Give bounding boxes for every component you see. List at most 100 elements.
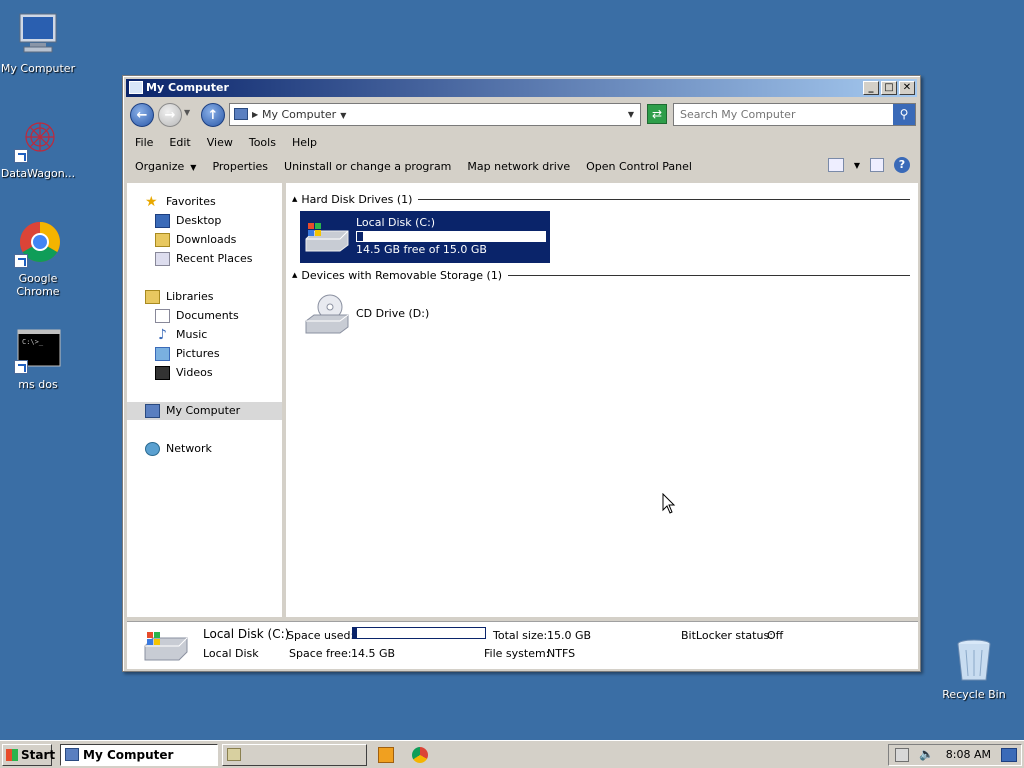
up-arrow-icon: ↑ (207, 108, 219, 123)
system-tray: 🔈 8:08 AM (888, 744, 1022, 766)
taskbar-item-my-computer[interactable]: My Computer (60, 744, 218, 766)
forward-arrow-icon: → (164, 108, 176, 123)
nav-recent-places[interactable]: Recent Places (155, 250, 253, 268)
nav-label: Music (176, 328, 208, 341)
minimize-button[interactable]: _ (863, 81, 879, 95)
total-size-value: 15.0 GB (547, 629, 592, 642)
recent-places-icon (155, 252, 170, 266)
shortcut-arrow-icon (14, 360, 28, 374)
refresh-button[interactable]: ⇄ (647, 104, 667, 124)
media-player-icon[interactable] (378, 747, 394, 763)
taskbar-item-label: My Computer (83, 748, 174, 762)
nav-favorites[interactable]: ★ Favorites (145, 193, 216, 211)
navigation-pane: ★ Favorites Desktop Downloads Recent Pla… (127, 183, 285, 617)
desktop-icon-label: My Computer (0, 62, 76, 75)
map-network-drive-button[interactable]: Map network drive (459, 157, 578, 177)
star-icon: ★ (145, 194, 158, 210)
music-icon: ♪ (158, 327, 167, 343)
details-drive-type: Local Disk (203, 647, 259, 660)
properties-button[interactable]: Properties (204, 157, 276, 177)
msdos-icon: C:\>_ (14, 326, 62, 374)
nav-music[interactable]: ♪ Music (155, 326, 207, 344)
organize-button[interactable]: Organize ▼ (127, 157, 204, 178)
desktop-icon-chrome[interactable]: Google Chrome (0, 220, 76, 298)
organize-label: Organize (135, 159, 185, 173)
nav-pictures[interactable]: Pictures (155, 345, 220, 363)
drive-name: CD Drive (D:) (356, 307, 430, 320)
clock[interactable]: 8:08 AM (946, 748, 991, 761)
command-bar: Organize ▼ Properties Uninstall or change… (127, 156, 916, 178)
nav-libraries[interactable]: Libraries (145, 288, 214, 306)
address-dropdown-icon[interactable]: ▼ (628, 104, 634, 125)
view-dropdown-icon[interactable]: ▼ (854, 161, 860, 170)
desktop-icon-label: ms dos (18, 378, 58, 391)
search-box: ⚲ (673, 103, 916, 126)
nav-my-computer[interactable]: My Computer (127, 402, 282, 420)
space-free-label: Space free: (289, 647, 352, 660)
desktop-icon-recycle-bin[interactable]: Recycle Bin (936, 636, 1012, 701)
back-button[interactable]: ← (130, 103, 154, 127)
nav-videos[interactable]: Videos (155, 364, 213, 382)
shortcut-arrow-icon (14, 254, 28, 268)
close-button[interactable]: ✕ (899, 81, 915, 95)
desktop-icon-label: Google Chrome (16, 272, 60, 298)
navigation-bar: ← → ▼ ↑ ▶ My Computer ▼ ▼ ⇄ ⚲ (127, 101, 916, 129)
menu-view[interactable]: View (199, 133, 241, 153)
breadcrumb-my-computer[interactable]: My Computer (262, 108, 336, 121)
chrome-icon[interactable] (412, 747, 428, 763)
network-icon (145, 442, 160, 456)
desktop-icon-label: DataWagon... (0, 167, 76, 180)
menu-help[interactable]: Help (284, 133, 325, 153)
nav-label: Recent Places (176, 252, 253, 265)
open-control-panel-button[interactable]: Open Control Panel (578, 157, 700, 177)
program-icon (227, 748, 241, 761)
maximize-button[interactable]: □ (881, 81, 897, 95)
title-bar[interactable]: My Computer _ □ ✕ (126, 79, 917, 97)
menu-tools[interactable]: Tools (241, 133, 284, 153)
nav-label: Libraries (166, 290, 214, 303)
breadcrumb-dropdown-icon[interactable]: ▼ (340, 111, 346, 120)
nav-documents[interactable]: Documents (155, 307, 239, 325)
downloads-folder-icon (155, 233, 170, 247)
group-header-hard-disk-drives[interactable]: ▲ Hard Disk Drives (1) (292, 192, 910, 206)
nav-label: Network (166, 442, 212, 455)
address-bar[interactable]: ▶ My Computer ▼ ▼ (229, 103, 641, 126)
menu-edit[interactable]: Edit (161, 133, 198, 153)
space-used-label: Space used: (287, 629, 355, 642)
space-used-bar (352, 627, 486, 639)
preview-pane-icon[interactable] (870, 158, 884, 172)
nav-network[interactable]: Network (145, 440, 212, 458)
drive-free-space: 14.5 GB free of 15.0 GB (356, 243, 487, 256)
up-button[interactable]: ↑ (201, 103, 225, 127)
desktop-icon-msdos[interactable]: C:\>_ ms dos (0, 326, 76, 391)
taskbar-item-program[interactable] (222, 744, 367, 766)
desktop-icon-datawagon[interactable]: DataWagon... (0, 115, 76, 180)
history-dropdown-icon[interactable]: ▼ (184, 108, 190, 117)
change-view-icon[interactable] (827, 158, 844, 172)
collapse-triangle-icon[interactable]: ▲ (292, 195, 297, 203)
drive-name: Local Disk (C:) (356, 216, 436, 229)
computer-icon (145, 404, 160, 418)
volume-icon[interactable]: 🔈 (919, 747, 934, 761)
breadcrumb-separator-icon[interactable]: ▶ (252, 104, 258, 125)
nav-downloads[interactable]: Downloads (155, 231, 236, 249)
drive-cd-d[interactable]: CD Drive (D:) (300, 291, 500, 337)
search-icon[interactable]: ⚲ (893, 104, 915, 125)
network-tray-icon[interactable] (895, 748, 909, 762)
collapse-triangle-icon[interactable]: ▲ (292, 271, 297, 279)
start-button[interactable]: Start (2, 744, 55, 766)
search-input[interactable] (674, 104, 889, 125)
uninstall-program-button[interactable]: Uninstall or change a program (276, 157, 459, 177)
drive-local-disk-c[interactable]: Local Disk (C:) 14.5 GB free of 15.0 GB (300, 211, 550, 263)
mouse-cursor-icon (662, 493, 676, 514)
drive-usage-fill (357, 232, 363, 241)
window-title: My Computer (146, 81, 229, 94)
bitlocker-status-value: Off (767, 629, 784, 642)
forward-button[interactable]: → (158, 103, 182, 127)
show-desktop-icon[interactable] (1001, 748, 1017, 762)
help-icon[interactable]: ? (894, 157, 910, 173)
nav-desktop[interactable]: Desktop (155, 212, 221, 230)
menu-file[interactable]: File (127, 133, 161, 153)
desktop-icon-my-computer[interactable]: My Computer (0, 10, 76, 75)
group-header-removable-storage[interactable]: ▲ Devices with Removable Storage (1) (292, 268, 910, 282)
